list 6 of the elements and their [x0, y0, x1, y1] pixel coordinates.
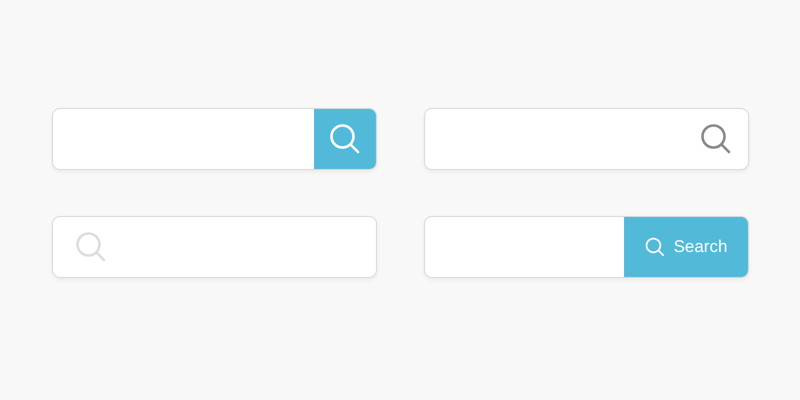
search-icon: [700, 123, 732, 155]
search-icon: [644, 237, 665, 257]
search-icon: [75, 231, 107, 263]
search-button[interactable]: Search: [624, 217, 748, 277]
search-icon: [329, 123, 361, 155]
search-button[interactable]: [314, 109, 376, 169]
